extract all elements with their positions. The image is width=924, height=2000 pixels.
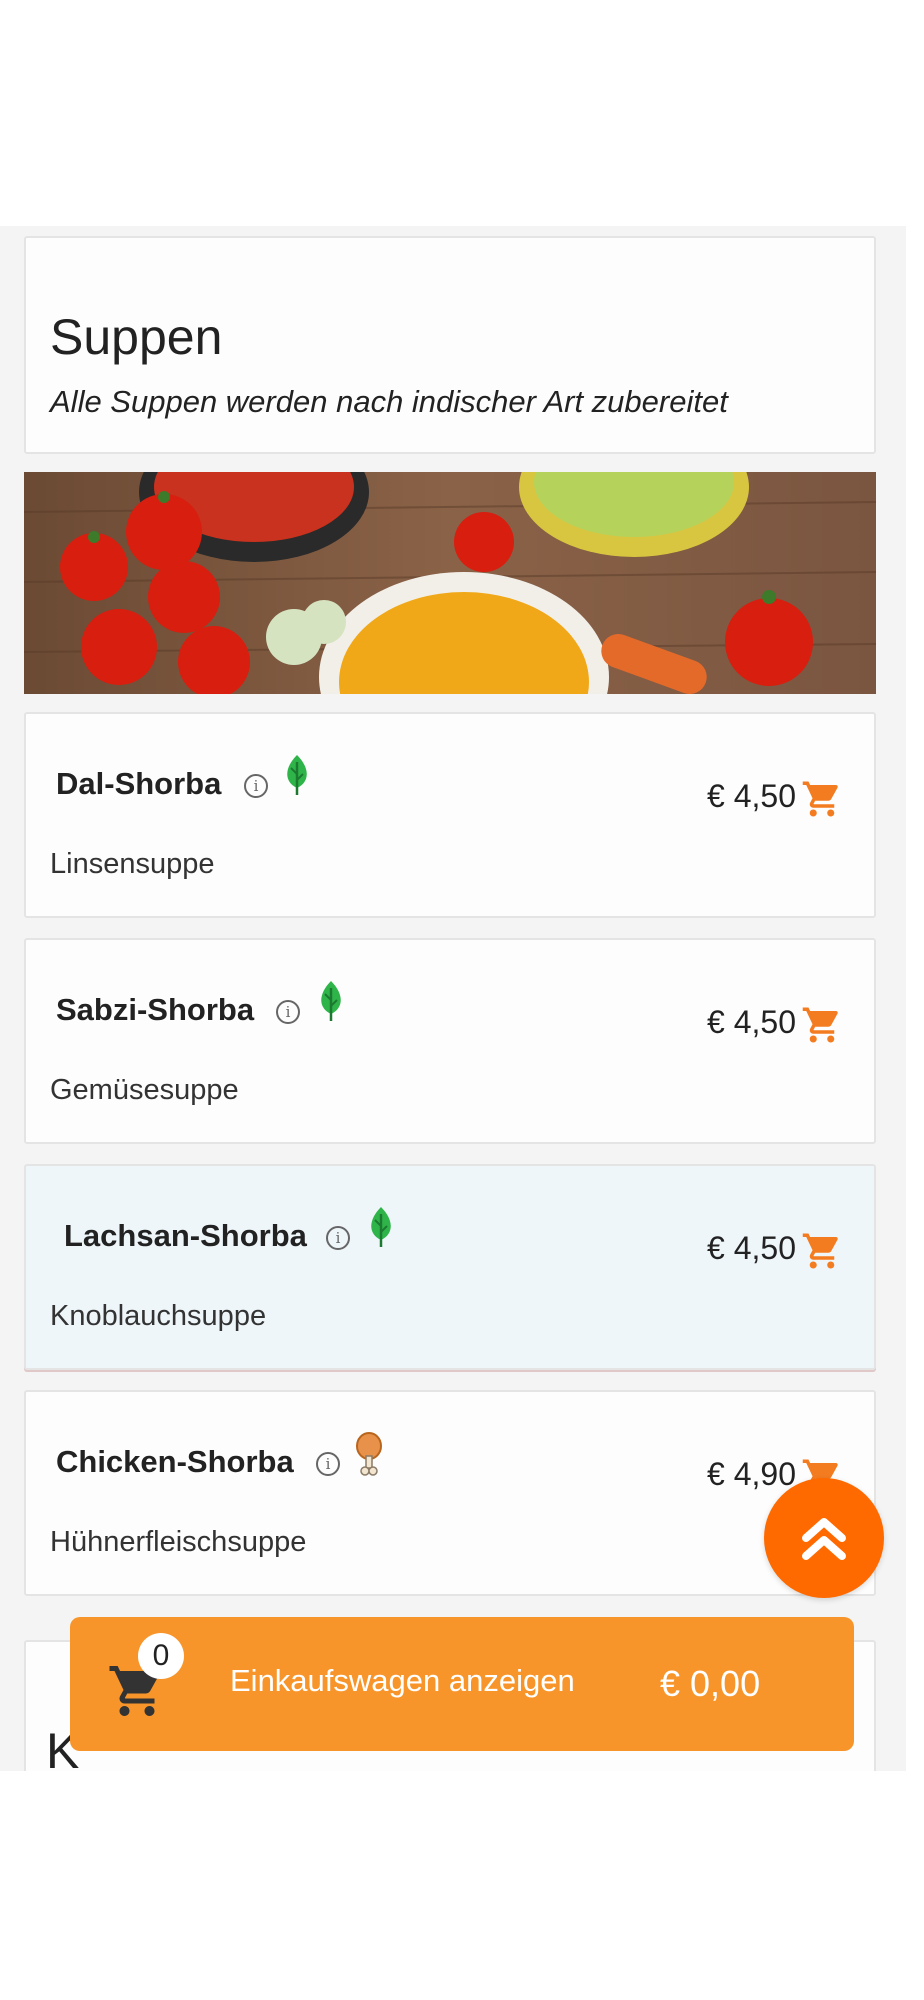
cart-label: Einkaufswagen anzeigen	[230, 1663, 575, 1698]
item-description: Linsensuppe	[50, 848, 215, 880]
add-to-cart-icon[interactable]	[800, 1004, 844, 1051]
info-icon[interactable]: i	[276, 1000, 300, 1024]
menu-item[interactable]: Dal-Shorba i Linsensuppe € 4,50	[24, 712, 876, 918]
section-title: Suppen	[50, 309, 223, 365]
item-description: Hühnerfleischsuppe	[50, 1526, 307, 1558]
item-price: € 4,50	[707, 1230, 796, 1266]
leaf-icon	[316, 980, 346, 1027]
menu-item[interactable]: Lachsan-Shorba i Knoblauchsuppe € 4,50	[24, 1164, 876, 1370]
item-name: Sabzi-Shorba	[56, 992, 255, 1027]
cart-count-badge: 0	[138, 1633, 184, 1679]
item-price: € 4,90	[707, 1456, 796, 1492]
item-name: Chicken-Shorba	[56, 1444, 294, 1479]
cart-total: € 0,00	[660, 1663, 761, 1704]
leaf-icon	[282, 754, 312, 801]
menu-item[interactable]: Chicken-Shorba i Hühnerfleischsuppe € 4,…	[24, 1390, 876, 1596]
add-to-cart-icon[interactable]	[800, 778, 844, 825]
section-header: Suppen Alle Suppen werden nach indischer…	[24, 236, 876, 454]
soup-banner-image	[24, 472, 876, 694]
drumstick-icon	[354, 1432, 384, 1481]
section-subtitle: Alle Suppen werden nach indischer Art zu…	[50, 384, 728, 419]
add-to-cart-icon[interactable]	[800, 1230, 844, 1277]
view-cart-button[interactable]: 0 Einkaufswagen anzeigen € 0,00	[70, 1617, 854, 1751]
menu-item[interactable]: Sabzi-Shorba i Gemüsesuppe € 4,50	[24, 938, 876, 1144]
item-price: € 4,50	[707, 1004, 796, 1040]
leaf-icon	[366, 1206, 396, 1253]
item-name: Lachsan-Shorba	[64, 1218, 307, 1253]
item-name: Dal-Shorba	[56, 766, 222, 801]
info-icon[interactable]: i	[326, 1226, 350, 1250]
info-icon[interactable]: i	[244, 774, 268, 798]
info-icon[interactable]: i	[316, 1452, 340, 1476]
double-chevron-up-icon	[802, 1518, 846, 1560]
item-price: € 4,50	[707, 778, 796, 814]
item-description: Gemüsesuppe	[50, 1074, 239, 1106]
item-description: Knoblauchsuppe	[50, 1300, 267, 1332]
scroll-to-top-button[interactable]	[764, 1478, 884, 1598]
